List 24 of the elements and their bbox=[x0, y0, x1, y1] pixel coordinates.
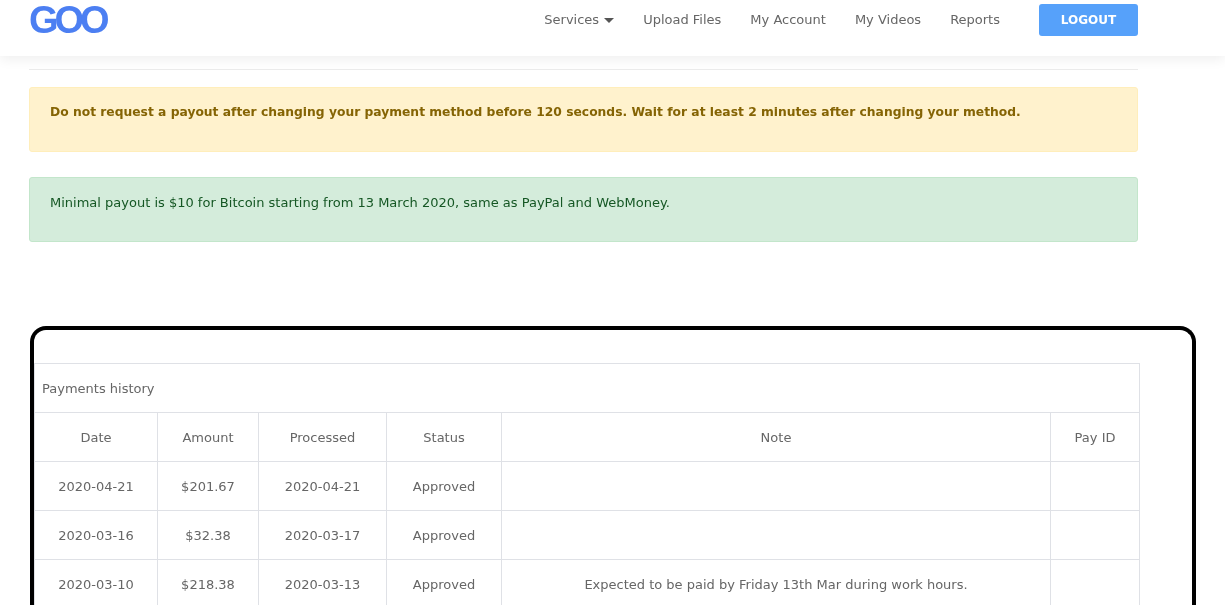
nav-link[interactable]: My Videos bbox=[854, 4, 922, 36]
table-cell: Approved bbox=[386, 461, 502, 511]
nav-link[interactable]: Reports bbox=[950, 4, 1000, 36]
table-cell: 2020-04-21 bbox=[34, 461, 158, 511]
nav-link[interactable]: Services bbox=[544, 4, 615, 36]
column-header: Status bbox=[386, 412, 502, 462]
info-alert: Minimal payout is $10 for Bitcoin starting from 13 March 2020, same as PayPal and WebMoney. bbox=[29, 177, 1138, 242]
nav-link[interactable]: Upload Files bbox=[643, 4, 722, 36]
table-cell: 2020-03-16 bbox=[34, 510, 158, 560]
column-header: Pay ID bbox=[1050, 412, 1140, 462]
column-header: Amount bbox=[157, 412, 259, 462]
table-caption: Payments history bbox=[34, 363, 1140, 413]
column-header: Date bbox=[34, 412, 158, 462]
table-cell: 2020-03-10 bbox=[34, 559, 158, 605]
table-cell: 2020-04-21 bbox=[258, 461, 387, 511]
warning-alert: Do not request a payout after changing your payment method before 120 seconds. Wait for at least 2 minutes after changing your method. bbox=[29, 87, 1138, 152]
table-cell: Approved bbox=[386, 510, 502, 560]
table-cell: $32.38 bbox=[157, 510, 259, 560]
column-header: Processed bbox=[258, 412, 387, 462]
column-header: Note bbox=[501, 412, 1051, 462]
logo[interactable]: GOO bbox=[29, 4, 114, 36]
nav-link[interactable]: My Account bbox=[750, 4, 826, 36]
table-cell: $201.67 bbox=[157, 461, 259, 511]
table-cell: 2020-03-17 bbox=[258, 510, 387, 560]
